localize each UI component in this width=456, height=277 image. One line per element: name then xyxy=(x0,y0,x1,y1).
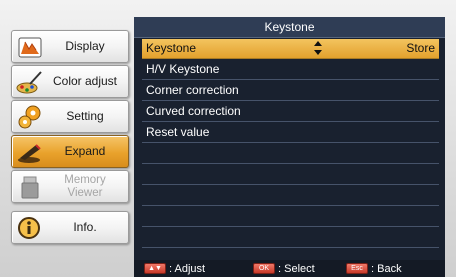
info-icon xyxy=(18,217,40,239)
sidebar-item-label: Expand xyxy=(64,144,106,158)
menu-row-label: Corner correction xyxy=(146,83,239,97)
sidebar-item-color-adjust[interactable]: Color adjust xyxy=(11,65,129,98)
keystone-panel: Keystone Keystone Store H/V Keystone Cor… xyxy=(134,17,445,277)
hint-back: Esc : Back xyxy=(346,260,402,277)
menu-row-keystone[interactable]: Keystone Store xyxy=(142,39,439,59)
sidebar-item-info[interactable]: Info. xyxy=(11,211,129,244)
menu-row-empty xyxy=(142,144,439,164)
sidebar-item-label: Memory Viewer xyxy=(64,173,106,199)
menu-row-curved-correction[interactable]: Curved correction xyxy=(142,102,439,122)
menu-row-label: Curved correction xyxy=(146,104,241,118)
hint-back-text: : Back xyxy=(371,262,402,275)
key-hint-bar: ▲▼ : Adjust OK : Select Esc : Back xyxy=(134,260,445,277)
sidebar-item-label: Color adjust xyxy=(52,74,118,88)
expand-icon xyxy=(18,144,41,163)
panel-title: Keystone xyxy=(134,17,445,38)
menu-row-label: H/V Keystone xyxy=(146,62,220,76)
color-adjust-icon xyxy=(16,71,42,94)
hint-select-text: : Select xyxy=(278,262,315,275)
hint-adjust: ▲▼ : Adjust xyxy=(144,260,205,277)
sidebar-item-label: Display xyxy=(65,39,105,53)
up-down-arrows-icon xyxy=(314,41,322,55)
menu-row-reset-value[interactable]: Reset value xyxy=(142,123,439,143)
menu-row-label: Keystone xyxy=(146,41,197,55)
menu-row-empty xyxy=(142,186,439,206)
sidebar-item-setting[interactable]: Setting xyxy=(11,100,129,133)
memory-viewer-icon xyxy=(21,176,39,199)
sidebar-item-expand[interactable]: Expand xyxy=(11,135,129,168)
menu-row-label: Reset value xyxy=(146,125,210,139)
hint-select: OK : Select xyxy=(253,260,315,277)
arrow-keys-icon: ▲▼ xyxy=(144,263,166,274)
menu-row-hv-keystone[interactable]: H/V Keystone xyxy=(142,60,439,80)
sidebar-item-display[interactable]: Display xyxy=(11,30,129,63)
sidebar-item-label: Setting xyxy=(66,109,104,123)
ok-key-icon: OK xyxy=(253,263,275,274)
esc-key-icon: Esc xyxy=(346,263,368,274)
menu-row-empty xyxy=(142,228,439,248)
menu-row-empty xyxy=(142,165,439,185)
menu-row-corner-correction[interactable]: Corner correction xyxy=(142,81,439,101)
sidebar-menu: Display Color adjust Setting Expand Memo… xyxy=(0,0,134,277)
sidebar-item-memory-viewer[interactable]: Memory Viewer xyxy=(11,170,129,203)
menu-row-empty xyxy=(142,207,439,227)
display-icon xyxy=(18,37,42,58)
keystone-value: Store xyxy=(406,41,435,55)
setting-gears-icon xyxy=(18,105,41,129)
hint-adjust-text: : Adjust xyxy=(169,262,206,275)
sidebar-item-label: Info. xyxy=(73,220,97,234)
